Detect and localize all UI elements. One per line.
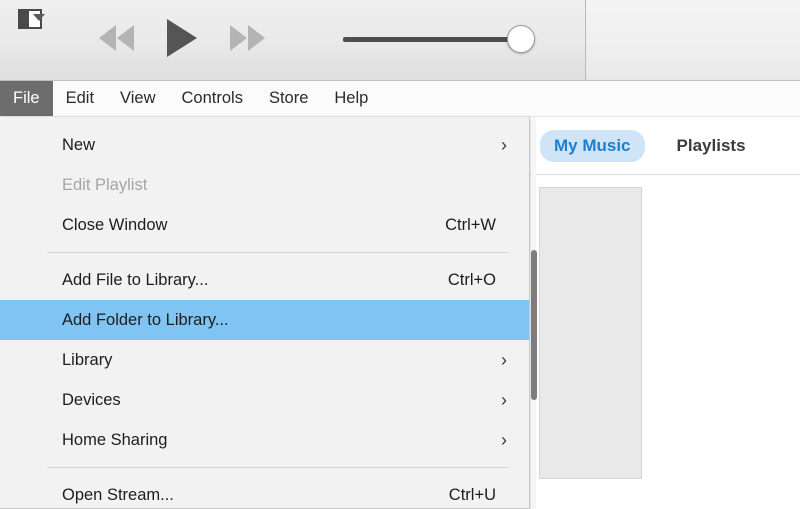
menu-option-add-folder-to-library[interactable]: Add Folder to Library...: [0, 300, 529, 340]
file-dropdown-menu: New › Edit Playlist Close Window Ctrl+W …: [0, 117, 530, 509]
menu-item-controls-label: Controls: [181, 89, 243, 107]
menu-separator-2: [47, 467, 509, 468]
rewind-glyph: [98, 25, 134, 51]
fast-forward-glyph: [229, 25, 265, 51]
tab-my-music[interactable]: My Music: [540, 129, 645, 162]
library-tabs: My Music Playlists: [530, 117, 800, 175]
menu-option-new[interactable]: New ›: [0, 125, 529, 165]
menu-option-add-file-to-library-label: Add File to Library...: [62, 270, 209, 289]
menu-item-view[interactable]: View: [107, 81, 168, 116]
tab-my-music-label: My Music: [554, 135, 631, 155]
rewind-triangle-1: [98, 25, 116, 51]
chevron-right-icon-new: ›: [501, 135, 507, 155]
menu-option-close-window-label: Close Window: [62, 215, 168, 234]
content-scrollbar-thumb[interactable]: [531, 250, 537, 400]
tab-playlists[interactable]: Playlists: [663, 130, 760, 162]
menu-item-help-label: Help: [334, 89, 369, 107]
rewind-triangle-2: [116, 25, 134, 51]
volume-slider-track: [343, 37, 523, 42]
menu-option-devices-label: Devices: [62, 390, 121, 409]
fast-forward-icon[interactable]: [219, 16, 275, 60]
menu-option-open-stream-shortcut: Ctrl+U: [448, 485, 496, 504]
toolbar-right-pane: [587, 0, 800, 80]
menu-item-edit[interactable]: Edit: [53, 81, 107, 116]
rewind-icon[interactable]: [88, 16, 144, 60]
menu-option-devices[interactable]: Devices ›: [0, 380, 529, 420]
menu-item-controls[interactable]: Controls: [169, 81, 256, 116]
volume-slider-thumb[interactable]: [507, 25, 535, 53]
menu-item-file-label: File: [13, 89, 40, 107]
player-toolbar: [0, 0, 800, 81]
forward-triangle-1: [229, 25, 247, 51]
tab-playlists-label: Playlists: [676, 135, 746, 155]
chevron-right-icon-library: ›: [501, 350, 507, 370]
chevron-right-icon-home-sharing: ›: [501, 430, 507, 450]
menu-bar: File Edit View Controls Store Help: [0, 81, 800, 117]
menu-option-edit-playlist: Edit Playlist: [0, 165, 529, 205]
menu-item-edit-label: Edit: [65, 89, 95, 107]
menu-item-view-label: View: [120, 89, 156, 107]
menu-option-close-window-shortcut: Ctrl+W: [445, 215, 496, 234]
library-content-pane: My Music Playlists: [530, 117, 800, 509]
menu-item-help[interactable]: Help: [321, 81, 381, 116]
album-artwork-placeholder[interactable]: [539, 187, 642, 479]
chevron-right-icon-devices: ›: [501, 390, 507, 410]
menu-option-add-folder-to-library-label: Add Folder to Library...: [62, 310, 229, 329]
menu-option-new-label: New: [62, 135, 96, 154]
menu-option-library-label: Library: [62, 350, 113, 369]
itunes-window: File Edit View Controls Store Help My Mu…: [0, 0, 800, 509]
menu-option-open-stream[interactable]: Open Stream... Ctrl+U: [0, 475, 529, 509]
volume-slider[interactable]: [343, 25, 535, 53]
play-icon[interactable]: [157, 16, 207, 60]
menu-option-home-sharing[interactable]: Home Sharing ›: [0, 420, 529, 460]
menu-option-add-file-to-library[interactable]: Add File to Library... Ctrl+O: [0, 260, 529, 300]
menu-option-add-file-to-library-shortcut: Ctrl+O: [447, 270, 496, 289]
caret-down-icon[interactable]: [33, 14, 45, 21]
menu-item-file[interactable]: File: [0, 81, 53, 116]
menu-option-close-window[interactable]: Close Window Ctrl+W: [0, 205, 529, 245]
forward-triangle-2: [247, 25, 265, 51]
menu-separator-1: [47, 252, 509, 253]
menu-option-home-sharing-label: Home Sharing: [62, 430, 168, 449]
menu-item-store[interactable]: Store: [256, 81, 321, 116]
menu-option-library[interactable]: Library ›: [0, 340, 529, 380]
menu-option-edit-playlist-label: Edit Playlist: [62, 175, 148, 194]
sidebar-toggle-left-panel: [20, 11, 29, 27]
menu-option-open-stream-label: Open Stream...: [62, 485, 174, 504]
play-triangle: [167, 19, 197, 57]
menu-item-store-label: Store: [268, 89, 309, 107]
